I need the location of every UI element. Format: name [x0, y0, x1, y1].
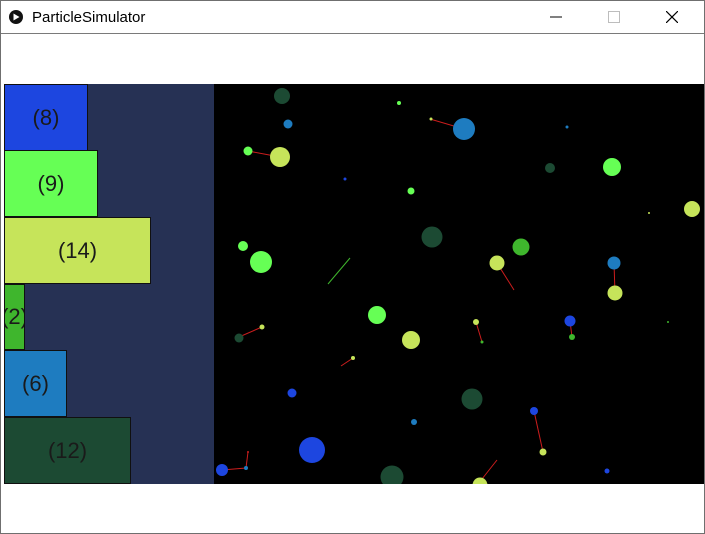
particle — [283, 119, 293, 129]
particle — [274, 88, 290, 104]
particle — [411, 419, 417, 425]
particle — [250, 251, 272, 273]
particle — [429, 117, 433, 121]
particle — [530, 407, 538, 415]
legend-count: (9) — [37, 170, 65, 196]
title-bar[interactable]: ParticleSimulator — [1, 1, 704, 33]
particle — [299, 437, 325, 463]
legend-bar-light-green: (9) — [4, 150, 98, 217]
particle — [368, 306, 386, 324]
title-bar-divider — [1, 33, 704, 34]
particle — [243, 146, 253, 156]
particle-canvas — [216, 88, 700, 484]
particle — [244, 466, 248, 470]
particle — [667, 321, 669, 323]
particle-legend-panel: (8) (9) (14) (2) (6) (12) — [4, 84, 214, 484]
particle — [461, 388, 483, 410]
link — [533, 410, 544, 453]
particle — [539, 448, 547, 456]
minimize-button[interactable] — [527, 1, 585, 33]
legend-bar-sky-blue: (6) — [4, 350, 67, 417]
legend-count: (2) — [5, 304, 24, 329]
window-title: ParticleSimulator — [32, 9, 146, 26]
particle — [472, 477, 488, 484]
particle — [565, 125, 569, 129]
particle — [512, 238, 530, 256]
legend-count: (8) — [32, 104, 60, 130]
legend-count: (6) — [22, 370, 49, 396]
legend-bar-green: (2) — [4, 284, 25, 350]
particle — [604, 468, 610, 474]
particle — [247, 451, 249, 453]
legend-bar-yellow-green: (14) — [4, 217, 151, 284]
particle — [234, 333, 244, 343]
legend-bar-blue: (8) — [4, 84, 88, 151]
play-icon — [9, 10, 23, 24]
link — [245, 451, 249, 469]
particle — [684, 201, 700, 217]
particle — [421, 226, 443, 248]
particle — [473, 319, 479, 325]
maximize-button[interactable] — [585, 1, 643, 33]
particle — [351, 356, 355, 360]
particle — [380, 465, 404, 484]
app-window: ParticleSimulator (8) (9) (14) (2) — [0, 0, 705, 534]
legend-count: (14) — [57, 237, 98, 263]
particle — [603, 158, 621, 176]
particle — [564, 315, 576, 327]
particle — [259, 324, 265, 330]
link — [340, 357, 354, 367]
close-icon — [666, 11, 678, 23]
particle — [216, 464, 228, 476]
particles — [216, 88, 700, 484]
maximize-icon — [608, 11, 620, 23]
particle — [402, 331, 420, 349]
particle — [545, 163, 555, 173]
legend-bar-dark-green: (12) — [4, 417, 131, 484]
legend-count: (12) — [47, 437, 88, 463]
particle — [489, 255, 505, 271]
particle — [607, 285, 623, 301]
particle-links — [221, 118, 616, 480]
particle — [397, 101, 401, 105]
particle — [607, 256, 621, 270]
link — [327, 257, 351, 285]
particle — [648, 212, 650, 214]
particle — [569, 334, 575, 340]
particle — [238, 241, 248, 251]
close-button[interactable] — [643, 1, 701, 33]
simulation-area[interactable]: (8) (9) (14) (2) (6) (12) — [4, 84, 704, 484]
particle — [287, 388, 297, 398]
link — [481, 459, 498, 480]
minimize-icon — [550, 16, 562, 18]
particle — [343, 177, 347, 181]
particle — [453, 118, 475, 140]
particle — [270, 147, 290, 167]
particle — [407, 187, 415, 195]
particle — [480, 340, 484, 344]
link — [475, 321, 483, 343]
